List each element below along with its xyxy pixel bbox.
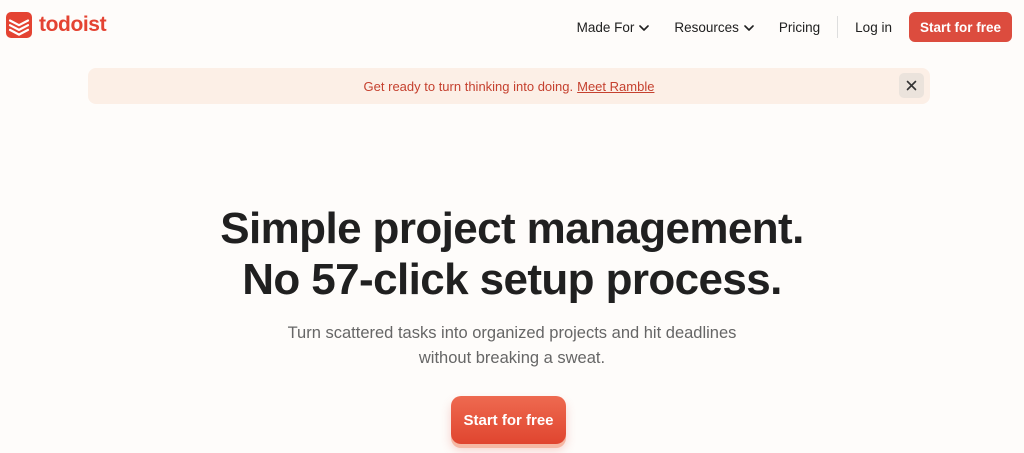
announcement-banner: Get ready to turn thinking into doing. M…: [88, 68, 930, 104]
banner-close-button[interactable]: [899, 73, 924, 98]
nav-resources[interactable]: Resources: [674, 12, 754, 42]
nav-divider: [837, 16, 839, 38]
hero-title: Simple project management. No 57-click s…: [0, 203, 1024, 305]
logo-wordmark: todoist: [39, 13, 107, 36]
login-link[interactable]: Log in: [855, 12, 892, 42]
nav-resources-label: Resources: [674, 19, 739, 35]
close-icon: [906, 80, 917, 91]
meet-ramble-link[interactable]: Meet Ramble: [577, 79, 654, 94]
nav-pricing[interactable]: Pricing: [779, 12, 820, 42]
chevron-down-icon: [744, 24, 754, 31]
todoist-logo-icon: [6, 12, 32, 38]
chevron-down-icon: [639, 24, 650, 31]
main-nav: Made For Resources Pricing Log in Start …: [577, 12, 1012, 42]
header-start-free-button[interactable]: Start for free: [908, 12, 1012, 42]
site-header: todoist Made For Resources Pricing Log i…: [0, 0, 1024, 54]
hero-title-line1: Simple project management.: [220, 204, 804, 253]
hero-title-line2: No 57-click setup process.: [242, 255, 782, 304]
nav-made-for[interactable]: Made For: [577, 12, 650, 42]
hero-start-free-button[interactable]: Start for free: [451, 396, 566, 444]
hero-subtitle-line1: Turn scattered tasks into organized proj…: [287, 324, 737, 342]
nav-made-for-label: Made For: [576, 19, 635, 35]
todoist-logo[interactable]: todoist: [6, 12, 107, 38]
hero-subtitle-line2: without breaking a sweat.: [418, 349, 606, 367]
banner-text: Get ready to turn thinking into doing.: [363, 78, 574, 94]
hero-subtitle: Turn scattered tasks into organized proj…: [0, 321, 1024, 371]
